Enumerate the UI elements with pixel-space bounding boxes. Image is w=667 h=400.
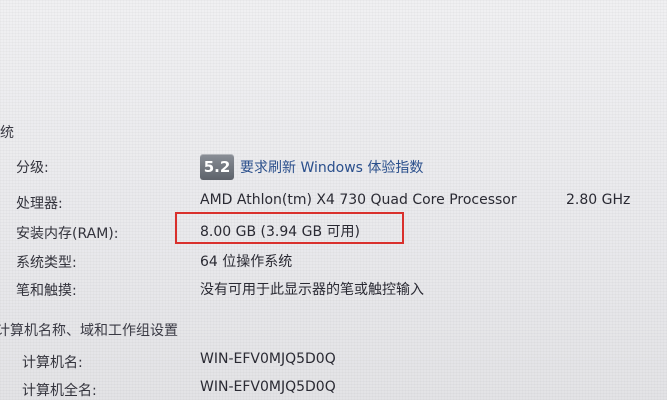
experience-index-badge[interactable]: 5.2: [200, 154, 234, 180]
pen-touch-value: 没有可用于此显示器的笔或触控输入: [200, 282, 424, 298]
computer-name-label: 计算机名:: [22, 355, 83, 371]
refresh-experience-index-link[interactable]: 要求刷新 Windows 体验指数: [240, 157, 423, 177]
full-computer-name-label: 计算机全名:: [22, 383, 97, 399]
processor-value: AMD Athlon(tm) X4 730 Quad Core Processo…: [200, 192, 517, 208]
system-type-value: 64 位操作系统: [200, 254, 293, 270]
processor-label: 处理器:: [16, 196, 63, 212]
system-type-label: 系统类型:: [16, 255, 77, 271]
ram-label: 安装内存(RAM):: [16, 226, 119, 242]
computer-section-title: 计算机名称、域和工作组设置: [0, 323, 178, 339]
computer-name-value: WIN-EFV0MJQ5D0Q: [200, 351, 336, 367]
full-computer-name-value: WIN-EFV0MJQ5D0Q: [200, 379, 336, 395]
rating-label: 分级:: [16, 160, 49, 176]
ram-value: 8.00 GB (3.94 GB 可用): [200, 224, 360, 240]
processor-speed: 2.80 GHz: [566, 192, 631, 208]
pen-touch-label: 笔和触摸:: [16, 283, 77, 299]
system-section-title: 系统: [0, 125, 14, 141]
